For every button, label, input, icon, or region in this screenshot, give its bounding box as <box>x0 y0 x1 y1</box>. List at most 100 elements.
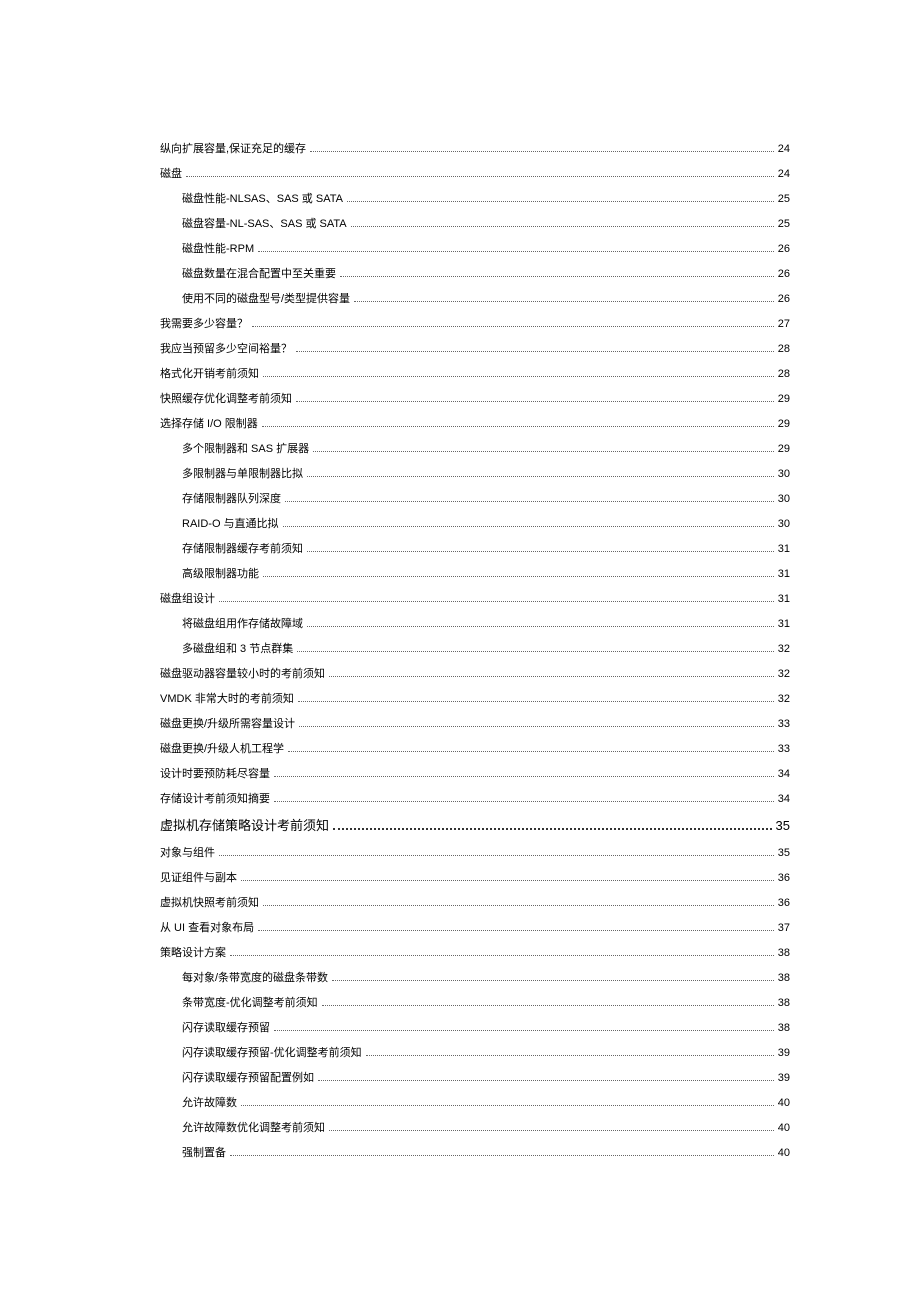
toc-title: 允许故障数 <box>182 1094 237 1110</box>
toc-leader-dots <box>297 651 774 652</box>
toc-title: 条带宽度-优化调整考前须知 <box>182 994 318 1010</box>
toc-title: 虚拟机快照考前须知 <box>160 894 259 910</box>
toc-entry[interactable]: 磁盘数量在混合配置中至关重要26 <box>160 265 790 281</box>
toc-page-number: 30 <box>778 518 790 530</box>
toc-leader-dots <box>288 751 774 752</box>
toc-entry[interactable]: 高级限制器功能31 <box>160 565 790 581</box>
toc-title: 策略设计方案 <box>160 944 226 960</box>
toc-page-number: 31 <box>778 568 790 580</box>
toc-entry[interactable]: 磁盘性能-NLSAS、SAS 或 SATA25 <box>160 190 790 206</box>
toc-entry[interactable]: 磁盘容量-NL-SAS、SAS 或 SATA25 <box>160 215 790 231</box>
toc-entry[interactable]: 多限制器与单限制器比拟 30 <box>160 465 790 481</box>
toc-page-number: 32 <box>778 643 790 655</box>
toc-title: 格式化开销考前须知 <box>160 365 259 381</box>
toc-title: 见证组件与副本 <box>160 869 237 885</box>
toc-title: 磁盘性能-RPM <box>182 240 254 256</box>
toc-entry[interactable]: 允许故障数优化调整考前须知40 <box>160 1119 790 1135</box>
toc-leader-dots <box>241 1105 774 1106</box>
toc-entry[interactable]: 快照缓存优化调整考前须知 29 <box>160 390 790 406</box>
toc-page-number: 31 <box>778 618 790 630</box>
toc-page-number: 33 <box>778 718 790 730</box>
toc-title: 纵向扩展容量,保证充足的缓存 <box>160 140 306 156</box>
toc-page-number: 29 <box>778 393 790 405</box>
toc-entry[interactable]: 虚拟机快照考前须知 36 <box>160 894 790 910</box>
toc-page-number: 27 <box>778 318 790 330</box>
toc-leader-dots <box>313 451 774 452</box>
toc-leader-dots <box>307 626 774 627</box>
toc-entry[interactable]: 将磁盘组用作存储故障域31 <box>160 615 790 631</box>
toc-entry[interactable]: 磁盘性能-RPM 26 <box>160 240 790 256</box>
toc-entry[interactable]: 磁盘组设计31 <box>160 590 790 606</box>
toc-entry[interactable]: 闪存读取缓存预留配置例如39 <box>160 1069 790 1085</box>
toc-title: 存储设计考前须知摘要 <box>160 790 270 806</box>
toc-page-number: 40 <box>778 1147 790 1159</box>
toc-title: 我应当预留多少空间裕量？ <box>160 340 292 356</box>
toc-leader-dots <box>219 855 774 856</box>
toc-page-number: 30 <box>778 468 790 480</box>
toc-entry[interactable]: 我需要多少容量？27 <box>160 315 790 331</box>
toc-page-number: 29 <box>778 443 790 455</box>
toc-entry[interactable]: 选择存储 I/O 限制器29 <box>160 415 790 431</box>
toc-entry[interactable]: 使用不同的磁盘型号/类型提供容量26 <box>160 290 790 306</box>
toc-leader-dots <box>263 376 774 377</box>
toc-leader-dots <box>296 401 774 402</box>
toc-entry[interactable]: 格式化开销考前须知28 <box>160 365 790 381</box>
toc-title: 虚拟机存储策略设计考前须知 <box>160 815 329 834</box>
toc-entry[interactable]: 设计时要预防耗尽容量34 <box>160 765 790 781</box>
toc-entry[interactable]: 闪存读取缓存预留38 <box>160 1019 790 1035</box>
toc-entry[interactable]: 策略设计方案38 <box>160 944 790 960</box>
toc-entry[interactable]: 我应当预留多少空间裕量？ 28 <box>160 340 790 356</box>
toc-leader-dots <box>219 601 774 602</box>
toc-leader-dots <box>333 828 772 830</box>
toc-entry[interactable]: 磁盘24 <box>160 165 790 181</box>
toc-entry[interactable]: 多个限制器和 SAS 扩展器29 <box>160 440 790 456</box>
toc-title: 多限制器与单限制器比拟 <box>182 465 303 481</box>
toc-page-number: 37 <box>778 922 790 934</box>
toc-leader-dots <box>263 576 774 577</box>
toc-leader-dots <box>241 880 774 881</box>
toc-entry[interactable]: 存储限制器缓存考前须知31 <box>160 540 790 556</box>
toc-page-number: 35 <box>778 847 790 859</box>
toc-entry[interactable]: 强制置备40 <box>160 1144 790 1160</box>
toc-page-number: 28 <box>778 343 790 355</box>
toc-entry[interactable]: 存储设计考前须知摘要34 <box>160 790 790 806</box>
toc-page-number: 38 <box>778 1022 790 1034</box>
toc-page-number: 32 <box>778 693 790 705</box>
toc-entry[interactable]: 允许故障数40 <box>160 1094 790 1110</box>
toc-entry[interactable]: 纵向扩展容量,保证充足的缓存24 <box>160 140 790 156</box>
toc-entry[interactable]: RAID-O 与直通比拟30 <box>160 515 790 531</box>
toc-leader-dots <box>263 905 774 906</box>
toc-leader-dots <box>299 726 774 727</box>
toc-title: 磁盘性能-NLSAS、SAS 或 SATA <box>182 190 343 206</box>
toc-page-number: 26 <box>778 268 790 280</box>
toc-entry[interactable]: 从 UI 查看对象布局 37 <box>160 919 790 935</box>
toc-page-number: 36 <box>778 897 790 909</box>
toc-page-number: 31 <box>778 543 790 555</box>
toc-page-number: 26 <box>778 243 790 255</box>
toc-title: 快照缓存优化调整考前须知 <box>160 390 292 406</box>
toc-entry[interactable]: 存储限制器队列深度30 <box>160 490 790 506</box>
toc-title: 磁盘更换/升级人机工程学 <box>160 740 284 756</box>
toc-leader-dots <box>318 1080 774 1081</box>
toc-leader-dots <box>258 930 774 931</box>
toc-entry[interactable]: 磁盘更换/升级人机工程学33 <box>160 740 790 756</box>
toc-entry[interactable]: 多磁盘组和 3 节点群集32 <box>160 640 790 656</box>
toc-entry[interactable]: 见证组件与副本36 <box>160 869 790 885</box>
toc-entry[interactable]: 条带宽度-优化调整考前须知38 <box>160 994 790 1010</box>
toc-leader-dots <box>252 326 774 327</box>
toc-leader-dots <box>230 1155 774 1156</box>
toc-title: 从 UI 查看对象布局 <box>160 919 254 935</box>
toc-entry[interactable]: 磁盘更换/升级所需容量设计33 <box>160 715 790 731</box>
toc-leader-dots <box>274 776 774 777</box>
toc-leader-dots <box>274 1030 774 1031</box>
toc-page-number: 35 <box>776 818 790 833</box>
toc-title: 磁盘驱动器容量较小时的考前须知 <box>160 665 325 681</box>
toc-title: 每对象/条带宽度的磁盘条带数 <box>182 969 328 985</box>
toc-entry[interactable]: 虚拟机存储策略设计考前须知 35 <box>160 815 790 834</box>
toc-entry[interactable]: 闪存读取缓存预留-优化调整考前须知39 <box>160 1044 790 1060</box>
toc-leader-dots <box>329 1130 774 1131</box>
toc-entry[interactable]: 磁盘驱动器容量较小时的考前须知32 <box>160 665 790 681</box>
toc-entry[interactable]: 每对象/条带宽度的磁盘条带数38 <box>160 969 790 985</box>
toc-entry[interactable]: 对象与组件35 <box>160 844 790 860</box>
toc-entry[interactable]: VMDK 非常大时的考前须知32 <box>160 690 790 706</box>
